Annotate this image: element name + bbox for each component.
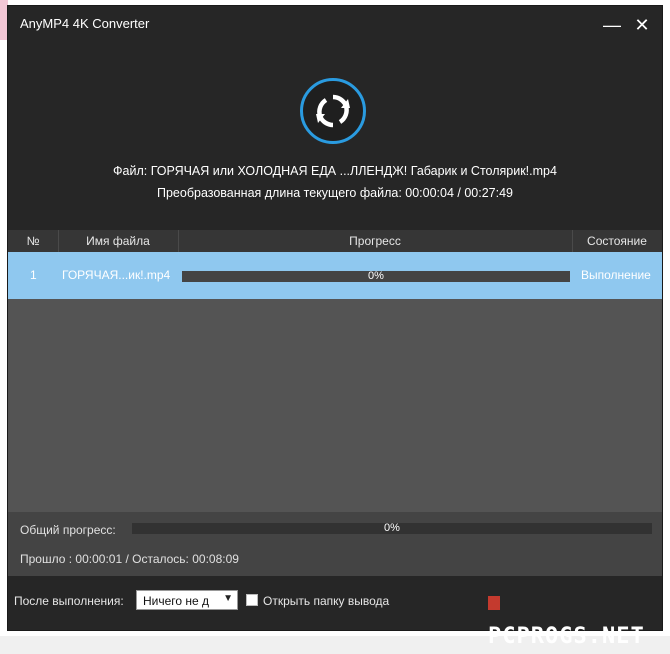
watermark-logo: PCPROGS.NET — [488, 586, 662, 649]
footer-bar: После выполнения: Ничего не д ▼ Открыть … — [8, 576, 662, 649]
overall-progress-percent: 0% — [384, 522, 400, 534]
row-status: Выполнение — [581, 268, 651, 282]
column-header-status[interactable]: Состояние — [572, 230, 662, 252]
after-completion-label: После выполнения: — [14, 594, 124, 608]
task-table-header: № Имя файла Прогресс Состояние — [8, 230, 662, 252]
table-row[interactable]: 1 ГОРЯЧАЯ...ик!.mp4 0% Выполнение — [8, 252, 662, 299]
conversion-header: Файл: ГОРЯЧАЯ или ХОЛОДНАЯ ЕДА ...ЛЛЕНДЖ… — [8, 40, 662, 230]
row-progress-bar: 0% — [182, 270, 570, 282]
overall-progress-panel: Общий прогресс: 0% Прошло : 00:00:01 / О… — [8, 512, 662, 576]
window-title: AnyMP4 4K Converter — [20, 16, 150, 31]
elapsed-remaining-label: Прошло : 00:00:01 / Осталось: 00:08:09 — [20, 552, 239, 566]
convert-refresh-icon — [300, 78, 366, 144]
column-header-progress[interactable]: Прогресс — [178, 230, 573, 252]
watermark-text: PCPROGS.NET — [488, 624, 645, 649]
watermark-icon — [488, 596, 500, 610]
current-file-label: Файл: ГОРЯЧАЯ или ХОЛОДНАЯ ЕДА ...ЛЛЕНДЖ… — [113, 164, 557, 178]
overall-progress-bar: 0% — [132, 522, 652, 534]
open-folder-label[interactable]: Открыть папку вывода — [263, 594, 389, 608]
after-completion-select[interactable]: Ничего не д ▼ — [136, 590, 238, 610]
row-progress-percent: 0% — [368, 270, 384, 282]
minimize-button[interactable]: — — [600, 14, 624, 36]
converter-window: AnyMP4 4K Converter — ✕ Файл: ГОРЯЧАЯ ил… — [8, 6, 662, 649]
close-button[interactable]: ✕ — [630, 14, 654, 36]
title-bar[interactable]: AnyMP4 4K Converter — ✕ — [8, 6, 662, 40]
desktop-fragment — [0, 0, 8, 40]
task-table-body: 1 ГОРЯЧАЯ...ик!.mp4 0% Выполнение — [8, 252, 662, 512]
after-completion-value: Ничего не д — [143, 594, 210, 608]
overall-progress-label: Общий прогресс: — [20, 523, 116, 537]
row-number: 1 — [30, 268, 37, 282]
open-folder-checkbox[interactable] — [246, 594, 258, 606]
column-header-number[interactable]: № — [8, 230, 59, 252]
row-filename: ГОРЯЧАЯ...ик!.mp4 — [62, 268, 171, 282]
converted-length-label: Преобразованная длина текущего файла: 00… — [157, 186, 513, 200]
column-header-filename[interactable]: Имя файла — [58, 230, 179, 252]
chevron-down-icon: ▼ — [223, 593, 233, 604]
